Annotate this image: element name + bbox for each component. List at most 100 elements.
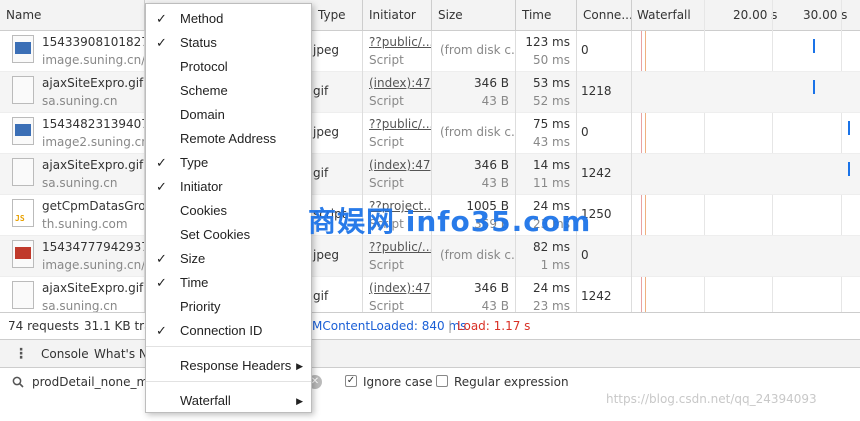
file-type-icon: JS: [12, 199, 34, 227]
checkmark-icon: ✓: [156, 323, 167, 338]
submenu-arrow-icon: ▶: [296, 361, 303, 371]
menu-item-label: Connection ID: [180, 323, 263, 338]
table-row[interactable]: 1543482313940768 image2.suning.cn/ui jpeg?…: [0, 113, 860, 154]
tab-whats-new[interactable]: What's N: [94, 340, 148, 368]
request-latency: 11 ms: [532, 176, 570, 190]
request-time: 24 ms: [532, 281, 570, 295]
request-resource-size: 43 B: [481, 176, 509, 190]
request-name: getCpmDatasGroup: [42, 199, 145, 213]
request-latency: 52 ms: [532, 94, 570, 108]
menu-item-label: Domain: [180, 107, 225, 122]
request-initiator[interactable]: (index):47: [369, 76, 431, 90]
column-header-time[interactable]: Time: [516, 0, 577, 31]
menu-item-connection-id[interactable]: ✓ Connection ID: [146, 319, 311, 343]
request-domain: sa.suning.cn: [42, 299, 118, 313]
menu-item-protocol[interactable]: Protocol: [146, 55, 311, 79]
dom-content-loaded: MContentLoaded: 840 ms: [312, 319, 467, 333]
request-connection-id: 1242: [581, 289, 612, 303]
request-time: 82 ms: [532, 240, 570, 254]
request-latency: 43 ms: [532, 135, 570, 149]
checkmark-icon: ✓: [156, 251, 167, 266]
request-resource-size: 43 B: [481, 299, 509, 313]
more-tools-icon[interactable]: ⋮: [14, 340, 28, 368]
menu-item-domain[interactable]: Domain: [146, 103, 311, 127]
request-initiator[interactable]: (index):47: [369, 158, 431, 172]
file-type-icon: [12, 76, 34, 104]
ignore-case-checkbox[interactable]: ✓: [345, 375, 357, 387]
menu-item-size[interactable]: ✓ Size: [146, 247, 311, 271]
regular-expression-label: Regular expression: [454, 375, 569, 389]
request-name: 1543390810182731: [42, 35, 144, 49]
request-initiator[interactable]: ??public/...: [369, 240, 431, 254]
column-header-waterfall[interactable]: Waterfall: [637, 0, 691, 31]
request-time: 75 ms: [532, 117, 570, 131]
table-header: Name Type Initiator Size Time Conne... W…: [0, 0, 860, 31]
menu-item-time[interactable]: ✓ Time: [146, 271, 311, 295]
column-header-name[interactable]: Name: [0, 0, 145, 31]
menu-item-remote-address[interactable]: Remote Address: [146, 127, 311, 151]
menu-item-priority[interactable]: Priority: [146, 295, 311, 319]
request-initiator[interactable]: (index):47: [369, 281, 431, 295]
request-resource-size: 43 B: [481, 94, 509, 108]
menu-item-initiator[interactable]: ✓ Initiator: [146, 175, 311, 199]
menu-item-cookies[interactable]: Cookies: [146, 199, 311, 223]
request-domain: th.suning.com: [42, 217, 128, 231]
request-name: 1543482313940768: [42, 117, 144, 131]
menu-item-response-headers[interactable]: Response Headers ▶: [146, 354, 311, 378]
submenu-arrow-icon: ▶: [296, 396, 303, 406]
request-connection-id: 1242: [581, 166, 612, 180]
request-size: (from disk c...: [440, 43, 516, 57]
drawer-tab-bar: ⋮ Console What's N: [0, 340, 860, 368]
column-header-connection-id[interactable]: Conne...: [577, 0, 632, 31]
request-time: 123 ms: [525, 35, 570, 49]
menu-item-waterfall[interactable]: Waterfall ▶: [146, 389, 311, 413]
menu-item-method[interactable]: ✓ Method: [146, 7, 311, 31]
request-initiator-type: Script: [369, 94, 404, 108]
table-row[interactable]: 1543477794293797 image.suning.cn/ui jpeg??…: [0, 236, 860, 277]
menu-item-set-cookies[interactable]: Set Cookies: [146, 223, 311, 247]
menu-separator: [146, 346, 311, 347]
transferred-size: 31.1 KB tra: [84, 319, 152, 333]
menu-item-status[interactable]: ✓ Status: [146, 31, 311, 55]
load-time: Load: 1.17 s: [457, 319, 531, 333]
menu-item-label: Set Cookies: [180, 227, 251, 242]
regular-expression-checkbox[interactable]: [436, 375, 448, 387]
menu-item-label: Remote Address: [180, 131, 277, 146]
request-initiator-type: Script: [369, 135, 404, 149]
search-icon: [12, 376, 24, 388]
request-name: ajaxSiteExpro.gif?ol: [42, 158, 144, 172]
request-domain: image.suning.cn/ui: [42, 258, 145, 272]
table-row[interactable]: ajaxSiteExpro.gif?ol sa.suning.cn gif (inde…: [0, 72, 860, 113]
menu-item-type[interactable]: ✓ Type: [146, 151, 311, 175]
file-type-icon: [12, 117, 34, 145]
menu-item-label: Scheme: [180, 83, 228, 98]
checkmark-icon: ✓: [156, 179, 167, 194]
search-input[interactable]: prodDetail_none_mai: [32, 368, 159, 396]
menu-item-label: Waterfall: [180, 393, 231, 408]
tab-console[interactable]: Console: [41, 340, 89, 368]
menu-item-label: Response Headers: [180, 358, 292, 373]
request-latency: 50 ms: [532, 53, 570, 67]
table-row[interactable]: ajaxSiteExpro.gif?ol sa.suning.cn gif (inde…: [0, 154, 860, 195]
checkmark-icon: ✓: [156, 35, 167, 50]
column-header-size[interactable]: Size: [432, 0, 516, 31]
menu-item-scheme[interactable]: Scheme: [146, 79, 311, 103]
request-size: (from disk c...: [440, 248, 516, 262]
request-size: 346 B: [474, 158, 509, 172]
watermark-text: 商娱网 info35.com: [308, 205, 592, 238]
menu-separator: [146, 381, 311, 382]
network-table: Name Type Initiator Size Time Conne... W…: [0, 0, 860, 318]
request-name: ajaxSiteExpro.gif?ol: [42, 76, 144, 90]
request-initiator[interactable]: ??public/...: [369, 117, 431, 131]
request-size: 346 B: [474, 76, 509, 90]
request-domain: sa.suning.cn: [42, 176, 118, 190]
table-row[interactable]: 1543390810182731 image.suning.cn/ui jpeg??…: [0, 31, 860, 72]
request-connection-id: 0: [581, 43, 589, 57]
column-header-initiator[interactable]: Initiator: [363, 0, 432, 31]
checkmark-icon: ✓: [156, 11, 167, 26]
request-latency: 23 ms: [532, 299, 570, 313]
waterfall-bar: [813, 80, 815, 94]
request-initiator[interactable]: ??public/...: [369, 35, 431, 49]
request-size: 346 B: [474, 281, 509, 295]
column-header-type[interactable]: Type: [312, 0, 363, 31]
